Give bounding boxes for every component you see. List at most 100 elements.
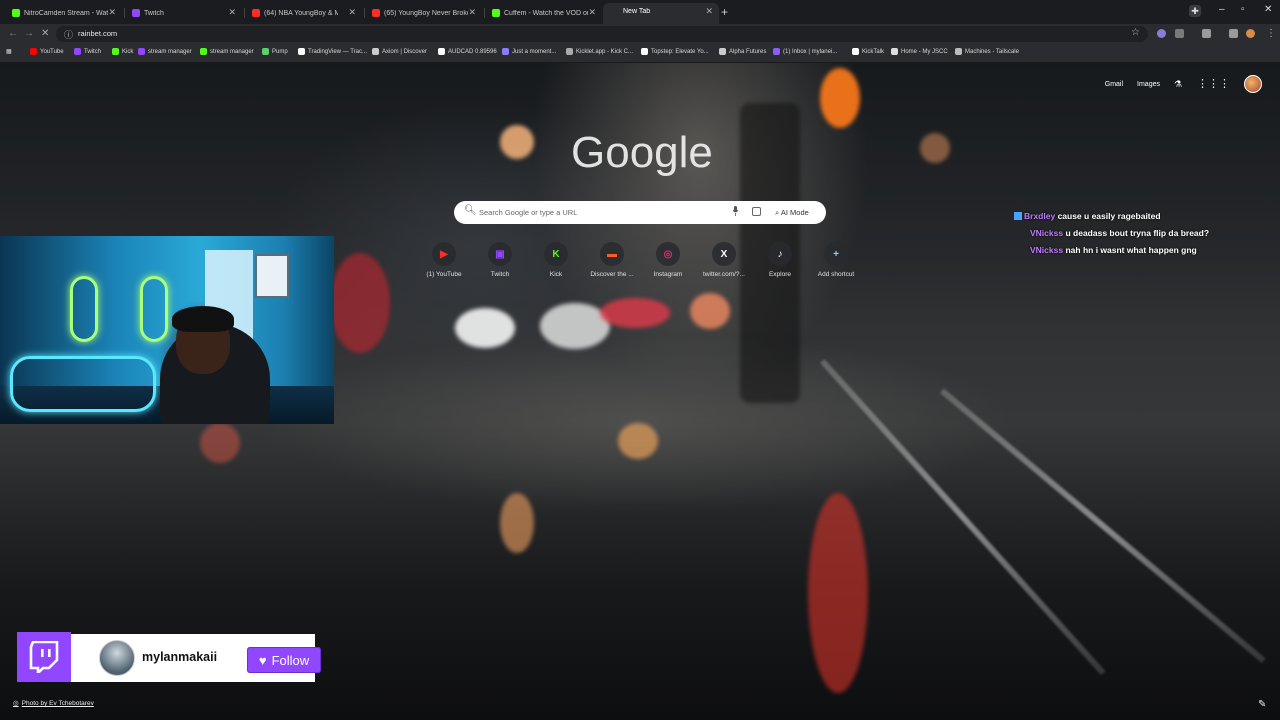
bookmark-item[interactable]: stream manager	[200, 48, 254, 55]
bookmark-favicon-icon	[891, 48, 898, 55]
tab-youngboy-never-broke[interactable]: (65) YoungBoy Never Broke Ag ✕	[364, 4, 482, 22]
new-tab-button[interactable]: +	[721, 5, 728, 19]
bookmark-favicon-icon	[200, 48, 207, 55]
bookmark-item[interactable]: stream manager	[138, 48, 192, 55]
bookmark-label: Pump	[272, 48, 288, 55]
follow-button[interactable]: ♥ Follow	[247, 647, 321, 673]
chat-username: Brxdley	[1024, 211, 1056, 221]
toolbar: ← → ✕ ⓘ rainbet.com ☆ ⋮	[0, 24, 1280, 44]
tab-nitrocamden[interactable]: NitroCamden Stream - Watch L ✕	[4, 4, 122, 22]
customize-pencil-icon[interactable]: ✎	[1258, 699, 1266, 710]
downloads-icon[interactable]	[1229, 29, 1238, 38]
tab-new-tab[interactable]: New Tab ✕	[603, 3, 719, 24]
bookmark-label: Machines - Tailscale	[965, 48, 1019, 55]
follow-label: Follow	[271, 652, 310, 668]
site-info-icon[interactable]: ⓘ	[64, 28, 73, 41]
shortcut-tile[interactable]: ▶ (1) YouTube	[416, 242, 472, 278]
bookmark-item[interactable]: Kicklet.app - Kick C...	[566, 48, 633, 55]
close-tab-icon[interactable]: ✕	[348, 7, 356, 18]
bookmark-item[interactable]: Alpha Futures	[719, 48, 766, 55]
youtube-favicon-icon	[252, 9, 260, 17]
images-link[interactable]: Images	[1137, 81, 1160, 88]
shortcut-label: twitter.com/?...	[703, 271, 745, 278]
ai-mode-button[interactable]: ⌕ AI Mode	[775, 208, 809, 218]
shortcut-label: Kick	[549, 271, 563, 278]
bookmark-item[interactable]: TradingView — Trac...	[298, 48, 367, 55]
search-input[interactable]: Search Google or type a URL	[479, 208, 577, 217]
bookmark-item[interactable]: Pump	[262, 48, 288, 55]
tab-nba-youngboy[interactable]: (64) NBA YoungBoy & Meli ✕	[244, 4, 362, 22]
close-tab-icon[interactable]: ✕	[588, 7, 596, 18]
tab-title: Cuffem - Watch the VOD on Ki	[504, 9, 588, 17]
bookmark-item[interactable]: (1) Inbox | mylanei...	[773, 48, 837, 55]
wall-poster	[255, 254, 289, 298]
close-tab-icon[interactable]: ✕	[228, 7, 236, 18]
bookmark-item[interactable]: YouTube	[30, 48, 64, 55]
close-window-button[interactable]: ✕	[1264, 4, 1272, 15]
google-lens-icon[interactable]	[752, 207, 761, 216]
shortcut-label: Instagram	[653, 271, 683, 278]
bookmark-item[interactable]: KickTalk	[852, 48, 884, 55]
tab-cuffem[interactable]: Cuffem - Watch the VOD on Ki ✕	[484, 4, 602, 22]
profile-avatar-icon[interactable]	[1246, 29, 1255, 38]
shortcut-tile[interactable]: ♪ Explore	[752, 242, 808, 278]
bookmark-favicon-icon	[719, 48, 726, 55]
account-avatar[interactable]	[1244, 75, 1262, 93]
shortcut-icon: ▶	[432, 242, 456, 266]
minimize-button[interactable]: –	[1219, 4, 1225, 15]
shortcut-tile[interactable]: + Add shortcut	[808, 242, 864, 278]
bookmark-item[interactable]: Just a moment...	[502, 48, 556, 55]
bookmark-item[interactable]: Machines - Tailscale	[955, 48, 1019, 55]
microphone-icon[interactable]	[732, 206, 739, 216]
shortcut-tile[interactable]: K Kick	[528, 242, 584, 278]
shortcut-icon: ▣	[488, 242, 512, 266]
photo-credit-link[interactable]: ◎ Photo by Ev Tchebotarev	[13, 699, 94, 707]
bookmark-favicon-icon	[566, 48, 573, 55]
address-url[interactable]: rainbet.com	[78, 29, 117, 38]
tab-twitch[interactable]: Twitch ✕	[124, 4, 242, 22]
bokeh-light	[690, 293, 730, 329]
neon-light	[70, 276, 98, 342]
bookmark-item[interactable]: Twitch	[74, 48, 101, 55]
shortcut-tile[interactable]: Xtwitter.com/?...	[696, 242, 752, 278]
shortcut-tile[interactable]: ▣ Twitch	[472, 242, 528, 278]
shortcut-icon: +	[824, 242, 848, 266]
shortcut-tile[interactable]: ▬ Discover the ...	[584, 242, 640, 278]
close-tab-icon[interactable]: ✕	[705, 6, 713, 17]
chat-text: u deadass bout tryna flip da bread?	[1065, 228, 1210, 238]
bokeh-light	[820, 68, 860, 128]
extension-icon[interactable]	[1157, 29, 1166, 38]
shortcut-tile[interactable]: ◎ Instagram	[640, 242, 696, 278]
menu-kebab-icon[interactable]: ⋮	[1266, 28, 1276, 39]
gmail-link[interactable]: Gmail	[1105, 81, 1123, 88]
search-box[interactable]: 🔍︎ Search Google or type a URL ⌕ AI Mode	[454, 201, 826, 224]
side-panel-icon[interactable]	[1202, 29, 1211, 38]
shortcut-label: Discover the ...	[590, 271, 634, 278]
bokeh-light	[455, 308, 515, 348]
bookmark-star-icon[interactable]: ☆	[1131, 27, 1140, 38]
close-tab-icon[interactable]: ✕	[108, 7, 116, 18]
bookmark-favicon-icon	[502, 48, 509, 55]
stop-loading-icon[interactable]: ✕	[41, 28, 49, 39]
shortcut-icon: ◎	[656, 242, 680, 266]
back-icon[interactable]: ←	[8, 28, 18, 39]
bookmark-favicon-icon	[372, 48, 379, 55]
apps-grid-icon[interactable]: ▦	[6, 48, 12, 55]
bookmark-item[interactable]: Topstep: Elevate Yo...	[641, 48, 709, 55]
bookmark-label: Home - My JSCC	[901, 48, 948, 55]
address-bar[interactable]: ⓘ rainbet.com ☆	[56, 26, 1148, 42]
bookmark-favicon-icon	[112, 48, 119, 55]
bookmark-item[interactable]: AUDCAD 0.89596	[438, 48, 497, 55]
bookmark-item[interactable]: Axiom | Discover	[372, 48, 427, 55]
bookmark-item[interactable]: Home - My JSCC	[891, 48, 948, 55]
tab-search-icon[interactable]: ✚	[1189, 5, 1201, 17]
close-tab-icon[interactable]: ✕	[468, 7, 476, 18]
extensions-puzzle-icon[interactable]	[1175, 29, 1184, 38]
labs-flask-icon[interactable]: ⚗	[1174, 79, 1183, 89]
forward-icon[interactable]: →	[24, 28, 34, 39]
bookmark-favicon-icon	[30, 48, 37, 55]
bookmark-item[interactable]: Kick	[112, 48, 133, 55]
google-apps-icon[interactable]: ⋮⋮⋮	[1197, 78, 1230, 89]
maximize-button[interactable]: ▫	[1241, 4, 1245, 15]
rail-reflection	[940, 388, 1266, 663]
